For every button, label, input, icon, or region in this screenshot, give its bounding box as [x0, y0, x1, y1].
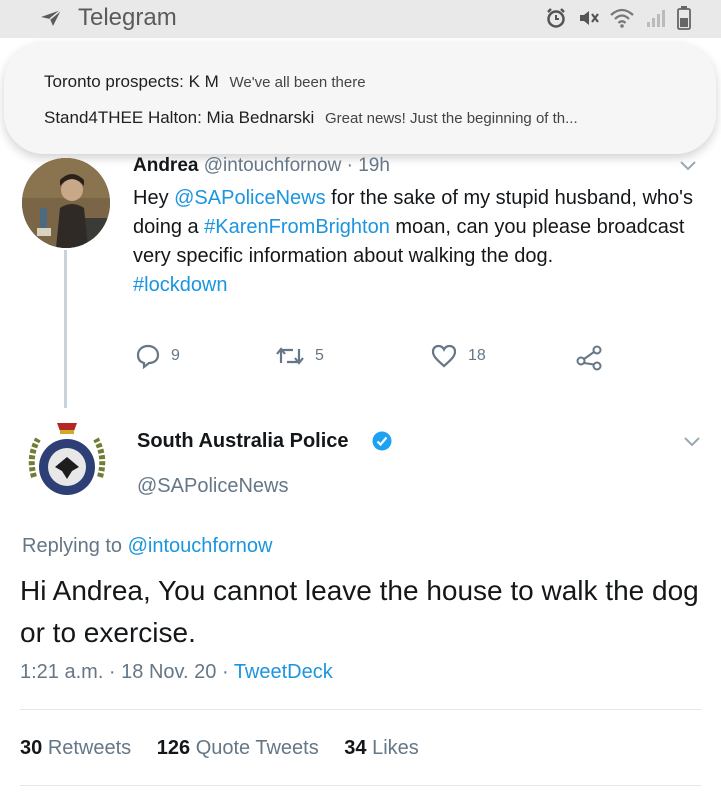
like-button[interactable]: 18 — [430, 343, 486, 369]
retweet-count: 5 — [315, 347, 324, 364]
notification-preview: We've all been there — [229, 74, 366, 91]
signal-icon — [647, 10, 665, 27]
hashtag-link[interactable]: #lockdown — [133, 274, 228, 296]
retweet-icon — [276, 347, 304, 365]
alarm-icon — [547, 8, 565, 28]
tweet-text: Hi Andrea, You cannot leave the house to… — [20, 575, 699, 648]
chevron-down-icon[interactable] — [679, 160, 697, 172]
likes-label: Likes — [372, 737, 419, 759]
share-icon — [576, 345, 602, 371]
reply-icon — [136, 344, 160, 369]
wifi-icon — [610, 8, 634, 28]
author-handle[interactable]: @intouchfornow — [204, 155, 342, 176]
replying-to-link[interactable]: @intouchfornow — [128, 535, 273, 557]
notification-title: Stand4THEE Halton: Mia Bednarski — [44, 108, 315, 127]
status-bar: Telegram — [0, 0, 721, 38]
reply-count: 9 — [171, 347, 180, 364]
thread-line — [64, 250, 67, 408]
telegram-arrow-icon — [41, 9, 62, 26]
notification-card[interactable]: Toronto prospects: K M We've all been th… — [4, 42, 716, 154]
avatar[interactable] — [22, 417, 112, 507]
system-icons — [545, 6, 691, 30]
tweet-header: Andrea @intouchfornow · 19h — [133, 155, 390, 177]
tweet-timestamp: 1:21 a.m. · 18 Nov. 20 · TweetDeck — [20, 661, 333, 684]
retweets-label: Retweets — [47, 737, 132, 759]
avatar[interactable] — [22, 158, 110, 248]
timestamp-text: 1:21 a.m. · 18 Nov. 20 · — [20, 661, 234, 683]
mention-link[interactable]: @SAPoliceNews — [174, 187, 325, 209]
tweet-actions: 9 5 18 — [135, 343, 615, 373]
tweet-time: · 19h — [346, 155, 390, 176]
reply-button[interactable]: 9 — [135, 343, 180, 369]
likes-stat[interactable]: 34 Likes — [344, 737, 419, 759]
retweets-count: 30 — [20, 737, 43, 759]
source-link[interactable]: TweetDeck — [234, 661, 333, 683]
divider — [20, 709, 701, 710]
replying-to: Replying to @intouchfornow — [22, 535, 272, 558]
avatar-photo — [22, 158, 110, 248]
tweet-text: Hey @SAPoliceNews for the sake of my stu… — [133, 184, 703, 300]
likes-count: 34 — [344, 737, 367, 759]
heart-icon — [431, 344, 457, 368]
author-handle[interactable]: @SAPoliceNews — [137, 475, 288, 498]
quote-tweets-count: 126 — [156, 737, 191, 759]
retweet-button[interactable]: 5 — [275, 343, 324, 369]
notification-title: Toronto prospects: K M — [44, 72, 219, 91]
battery-icon — [677, 6, 691, 30]
verified-badge-icon — [372, 431, 392, 451]
chevron-down-icon[interactable] — [683, 436, 701, 448]
police-badge-icon — [28, 423, 106, 505]
status-app-name: Telegram — [78, 4, 177, 31]
quote-tweets-label: Quote Tweets — [195, 737, 319, 759]
author-name[interactable]: Andrea — [133, 155, 198, 176]
share-button[interactable] — [575, 343, 605, 371]
notification-item[interactable]: Toronto prospects: K M We've all been th… — [44, 72, 676, 108]
replying-label: Replying to — [22, 535, 128, 557]
notification-preview: Great news! Just the beginning of th... — [324, 110, 578, 127]
tweet-text-part: Hey — [133, 187, 175, 209]
tweet-stats: 30 Retweets 126 Quote Tweets 34 Likes — [20, 737, 439, 760]
mute-icon — [580, 11, 599, 25]
retweets-stat[interactable]: 30 Retweets — [20, 737, 131, 759]
like-count: 18 — [468, 347, 486, 364]
notification-item[interactable]: Stand4THEE Halton: Mia Bednarski Great n… — [44, 108, 676, 144]
hashtag-link[interactable]: #KarenFromBrighton — [204, 216, 390, 238]
author-name[interactable]: South Australia Police — [137, 430, 349, 453]
divider — [20, 785, 701, 786]
quote-tweets-stat[interactable]: 126 Quote Tweets — [157, 737, 319, 759]
